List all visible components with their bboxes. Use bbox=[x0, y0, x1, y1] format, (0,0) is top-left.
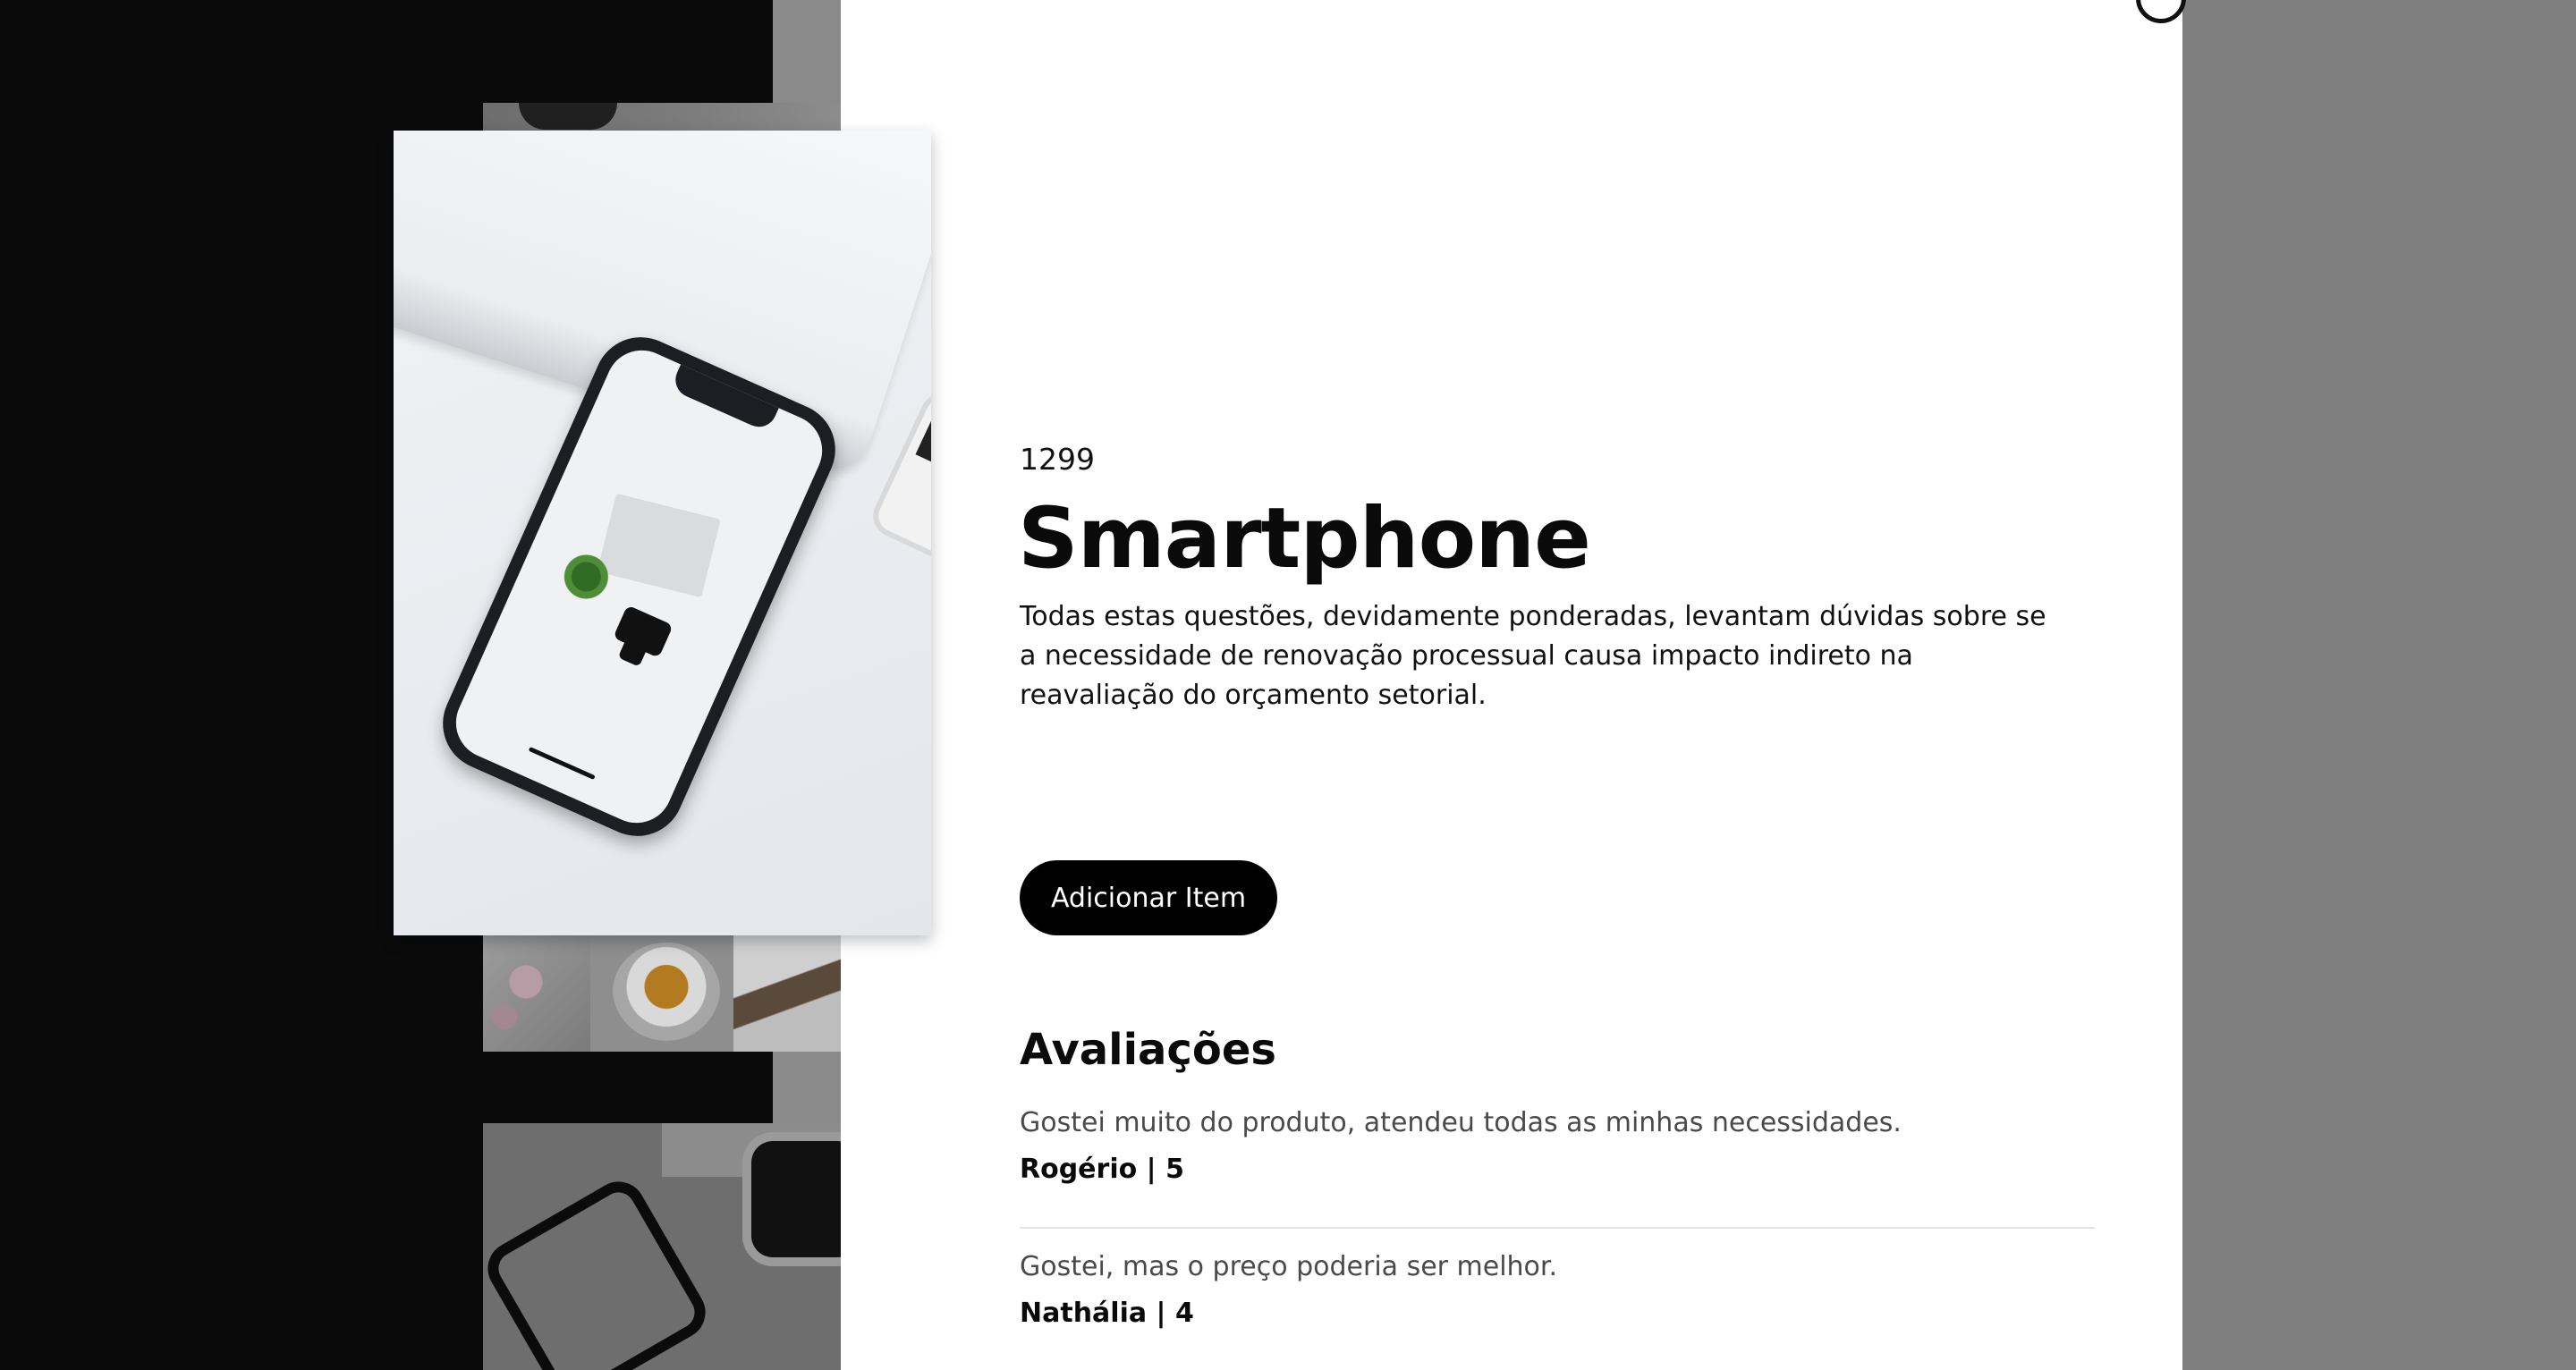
review-author: Rogério | 5 bbox=[1020, 1154, 1184, 1185]
page: 1299 Smartphone Todas estas questões, de… bbox=[0, 0, 2576, 1370]
review-item: Gostei muito do produto, atendeu todas a… bbox=[1020, 1104, 2095, 1189]
reviews-heading: Avaliações bbox=[1020, 1025, 1276, 1075]
add-item-button[interactable]: Adicionar Item bbox=[1020, 860, 1277, 935]
review-text: Gostei, mas o preço poderia ser melhor. bbox=[1020, 1251, 1558, 1282]
review-divider bbox=[1020, 1227, 2095, 1229]
product-description: Todas estas questões, devidamente ponder… bbox=[1020, 601, 2046, 711]
review-author: Nathália | 4 bbox=[1020, 1298, 1194, 1329]
product-price: 1299 bbox=[1020, 442, 1095, 477]
background-product-thumbnail bbox=[483, 1123, 841, 1370]
background-product-thumbnail bbox=[483, 935, 841, 1052]
background-band bbox=[483, 1052, 773, 1123]
review-item: Gostei, mas o preço poderia ser melhor. … bbox=[1020, 1247, 2095, 1333]
product-title: Smartphone bbox=[1018, 490, 1591, 588]
product-image bbox=[394, 131, 931, 935]
review-text: Gostei muito do produto, atendeu todas a… bbox=[1020, 1107, 1902, 1138]
